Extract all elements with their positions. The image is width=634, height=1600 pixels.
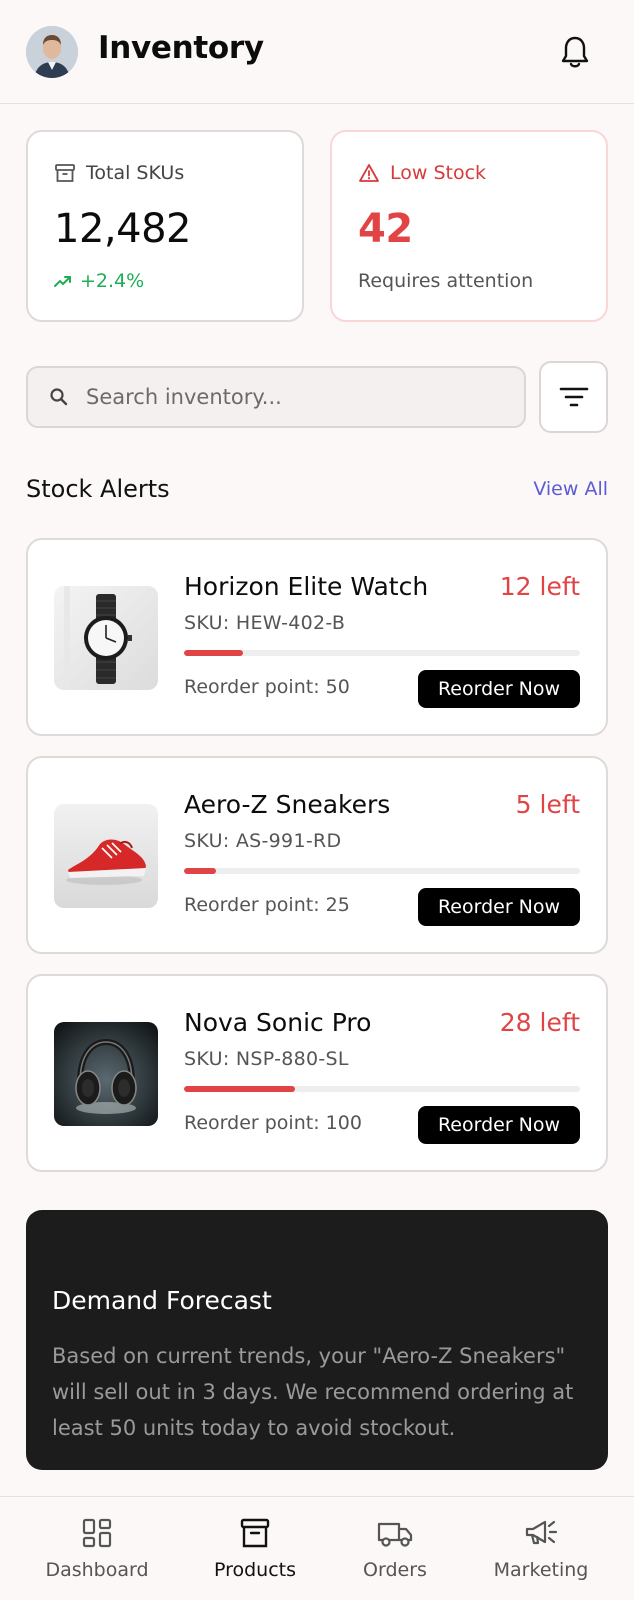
product-name: Nova Sonic Pro: [184, 1008, 372, 1037]
tab-products[interactable]: Products: [180, 1517, 330, 1587]
product-sku: SKU: AS-991-RD: [184, 830, 342, 852]
demand-forecast-card: Demand Forecast Based on current trends,…: [26, 1210, 608, 1470]
tab-dashboard[interactable]: Dashboard: [22, 1517, 172, 1587]
trend-up-icon: [54, 276, 71, 287]
total-skus-label-row: Total SKUs: [54, 162, 184, 184]
sneaker-image: [54, 804, 158, 908]
demand-forecast-title: Demand Forecast: [52, 1286, 272, 1315]
total-skus-label: Total SKUs: [86, 162, 185, 184]
low-stock-label: Low Stock: [390, 162, 487, 184]
app-header: Inventory: [0, 0, 634, 104]
reorder-now-button[interactable]: Reorder Now: [418, 670, 580, 708]
stock-alert-card[interactable]: Nova Sonic Pro 28 left SKU: NSP-880-SL R…: [26, 974, 608, 1172]
headphones-image: [54, 1022, 158, 1126]
total-skus-trend-value: +2.4%: [80, 270, 145, 292]
archive-box-icon: [240, 1518, 270, 1548]
avatar[interactable]: [26, 26, 78, 78]
search-box[interactable]: [26, 366, 526, 428]
bell-icon: [561, 36, 589, 68]
truck-icon: [377, 1522, 413, 1547]
view-all-link[interactable]: View All: [533, 478, 608, 500]
stock-level-fill: [184, 868, 216, 874]
warning-triangle-icon: [359, 164, 379, 182]
product-sku: SKU: HEW-402-B: [184, 612, 346, 634]
stock-alert-card[interactable]: Aero-Z Sneakers 5 left SKU: AS-991-RD Re…: [26, 756, 608, 954]
user-avatar-image: [26, 26, 78, 78]
notifications-button[interactable]: [556, 32, 594, 72]
megaphone-icon: [525, 1520, 558, 1545]
watch-image: [54, 586, 158, 690]
archive-box-icon: [55, 164, 75, 182]
reorder-now-button[interactable]: Reorder Now: [418, 1106, 580, 1144]
stock-level-bar: [184, 868, 580, 874]
total-skus-trend: +2.4%: [54, 270, 144, 292]
stock-left: 28 left: [499, 1008, 580, 1037]
low-stock-card[interactable]: Low Stock 42 Requires attention: [330, 130, 608, 322]
bottom-tab-bar: Dashboard Products Orders Marketing: [0, 1496, 634, 1600]
tab-orders[interactable]: Orders: [320, 1517, 470, 1587]
dashboard-icon: [82, 1518, 112, 1548]
tab-label: Dashboard: [45, 1559, 149, 1581]
low-stock-subtext: Requires attention: [358, 270, 534, 292]
filter-icon: [559, 387, 588, 407]
stock-left: 12 left: [499, 572, 580, 601]
demand-forecast-body: Based on current trends, your "Aero-Z Sn…: [52, 1344, 574, 1440]
stock-level-fill: [184, 650, 244, 656]
total-skus-value: 12,482: [54, 206, 191, 252]
product-name: Horizon Elite Watch: [184, 572, 429, 601]
tab-label: Marketing: [493, 1559, 589, 1581]
reorder-point: Reorder point: 100: [184, 1112, 362, 1134]
page-title: Inventory: [98, 30, 264, 66]
search-input[interactable]: [86, 368, 516, 426]
reorder-point: Reorder point: 50: [184, 676, 350, 698]
stock-left: 5 left: [515, 790, 580, 819]
reorder-now-button[interactable]: Reorder Now: [418, 888, 580, 926]
tab-label: Products: [213, 1559, 297, 1581]
filter-button[interactable]: [539, 361, 608, 433]
stock-alert-card[interactable]: Horizon Elite Watch 12 left SKU: HEW-402…: [26, 538, 608, 736]
low-stock-value: 42: [358, 206, 413, 252]
reorder-point: Reorder point: 25: [184, 894, 350, 916]
stock-level-fill: [184, 1086, 295, 1092]
search-icon: [50, 388, 68, 406]
product-name: Aero-Z Sneakers: [184, 790, 391, 819]
tab-label: Orders: [363, 1559, 427, 1581]
stock-level-bar: [184, 650, 580, 656]
total-skus-card[interactable]: Total SKUs 12,482 +2.4%: [26, 130, 304, 322]
product-sku: SKU: NSP-880-SL: [184, 1048, 349, 1070]
stock-alerts-title: Stock Alerts: [26, 475, 170, 503]
stock-level-bar: [184, 1086, 580, 1092]
low-stock-label-row: Low Stock: [358, 162, 486, 184]
tab-marketing[interactable]: Marketing: [466, 1517, 616, 1587]
